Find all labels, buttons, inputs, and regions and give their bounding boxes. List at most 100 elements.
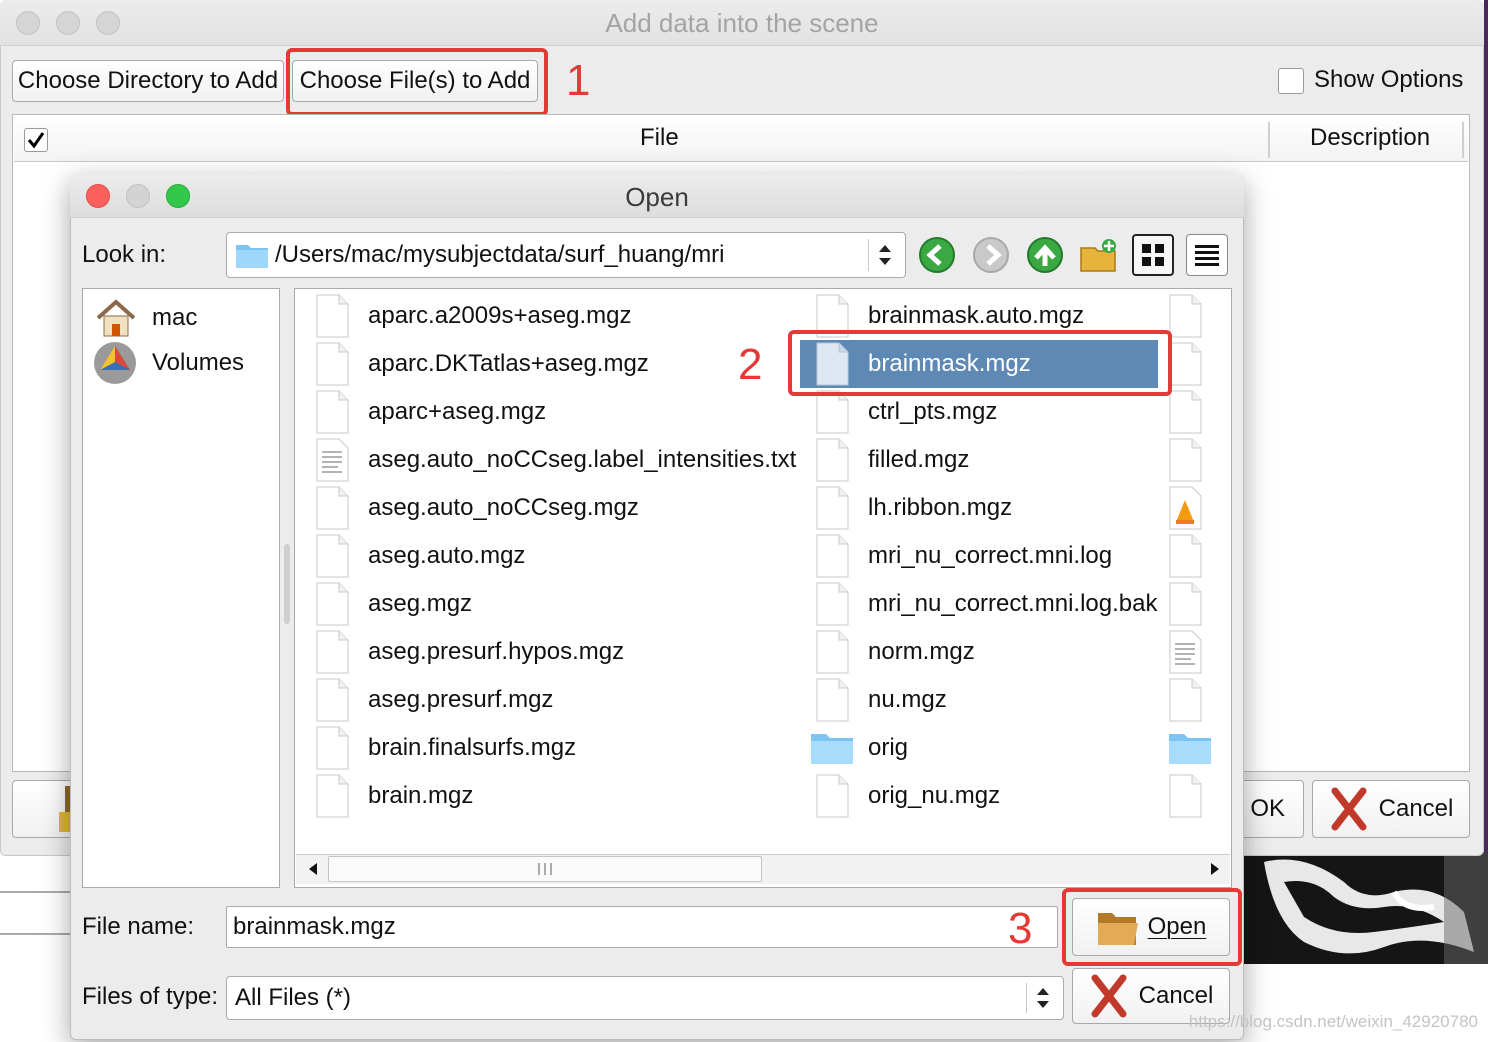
- file-icon: [316, 294, 349, 338]
- file-icon-wrap: [306, 774, 358, 818]
- file-icon-wrap: [306, 534, 358, 578]
- open-dialog-title: Open: [625, 182, 689, 212]
- file-icon-wrap: [306, 342, 358, 386]
- sidebar-item-mac[interactable]: mac: [94, 298, 197, 338]
- scroll-right-button[interactable]: [1202, 856, 1228, 882]
- cone-file-icon: [1169, 486, 1202, 530]
- partial-file-item[interactable]: [1168, 724, 1230, 772]
- show-options-label: Show Options: [1314, 66, 1464, 93]
- icon-view-button[interactable]: [1132, 234, 1174, 276]
- splitter-handle[interactable]: [284, 544, 290, 624]
- file-icon-wrap: [306, 726, 358, 770]
- file-item[interactable]: orig_nu.mgz: [806, 772, 1170, 820]
- parent-directory-icon[interactable]: [1024, 234, 1066, 276]
- column-header-description[interactable]: Description: [1310, 124, 1430, 152]
- ok-button-label: OK: [1250, 795, 1285, 822]
- annotation-number-3: 3: [1008, 904, 1033, 953]
- scrollbar-thumb[interactable]: [328, 856, 762, 882]
- file-item[interactable]: mri_nu_correct.mni.log.bak: [806, 580, 1170, 628]
- combo-divider: [868, 239, 869, 271]
- annotation-number-1: 1: [566, 56, 591, 105]
- file-item[interactable]: aseg.auto_noCCseg.label_intensities.txt: [306, 436, 802, 484]
- column-separator[interactable]: [1268, 122, 1270, 158]
- partial-file-item[interactable]: [1168, 676, 1230, 724]
- checkmark-icon: [27, 132, 45, 149]
- file-name-text: mri_nu_correct.mni.log.bak: [868, 590, 1158, 617]
- new-folder-icon[interactable]: [1078, 234, 1120, 276]
- file-name-text: brainmask.auto.mgz: [868, 302, 1085, 329]
- file-item[interactable]: aparc+aseg.mgz: [306, 388, 802, 436]
- file-item[interactable]: aseg.presurf.mgz: [306, 676, 802, 724]
- partial-file-item[interactable]: [1168, 292, 1230, 340]
- file-name-text: brain.finalsurfs.mgz: [368, 734, 577, 761]
- file-item[interactable]: lh.ribbon.mgz: [806, 484, 1170, 532]
- sidebar-item-volumes-label: Volumes: [152, 349, 245, 376]
- file-item[interactable]: brain.finalsurfs.mgz: [306, 724, 802, 772]
- file-name-text: ctrl_pts.mgz: [868, 398, 998, 425]
- partial-file-item[interactable]: [1168, 628, 1230, 676]
- file-column-1: aparc.a2009s+aseg.mgz aparc.DKTatlas+aseg…: [306, 292, 802, 820]
- file-item[interactable]: aseg.presurf.hypos.mgz: [306, 628, 802, 676]
- file-icon: [316, 582, 349, 626]
- file-item[interactable]: brain.mgz: [306, 772, 802, 820]
- file-item[interactable]: nu.mgz: [806, 676, 1170, 724]
- select-all-checkbox[interactable]: [24, 128, 48, 152]
- show-options-checkbox[interactable]: [1278, 68, 1304, 94]
- partial-file-item[interactable]: [1168, 340, 1230, 388]
- file-icon: [1169, 582, 1202, 626]
- forward-arrow-icon[interactable]: [970, 234, 1012, 276]
- look-in-combo[interactable]: /Users/mac/mysubjectdata/surf_huang/mri: [226, 232, 906, 278]
- partial-file-item[interactable]: [1168, 436, 1230, 484]
- file-name-text: aseg.auto_noCCseg.mgz: [368, 494, 639, 521]
- partial-file-item[interactable]: [1168, 484, 1230, 532]
- file-name-text: brain.mgz: [368, 782, 474, 809]
- file-item[interactable]: filled.mgz: [806, 436, 1170, 484]
- file-item[interactable]: mri_nu_correct.mni.log: [806, 532, 1170, 580]
- file-icon: [316, 630, 349, 674]
- updown-arrows-icon: [879, 245, 891, 265]
- file-name-text: aseg.auto_noCCseg.label_intensities.txt: [368, 446, 797, 473]
- scroll-left-button[interactable]: [300, 856, 326, 882]
- file-icon: [816, 534, 849, 578]
- file-item[interactable]: orig: [806, 724, 1170, 772]
- file-icon: [1169, 438, 1202, 482]
- file-item[interactable]: norm.mgz: [806, 628, 1170, 676]
- partial-file-item[interactable]: [1168, 580, 1230, 628]
- choose-directory-button[interactable]: Choose Directory to Add: [12, 60, 284, 102]
- file-name-input[interactable]: brainmask.mgz: [226, 906, 1058, 948]
- detail-view-button[interactable]: [1186, 234, 1228, 276]
- partial-file-item[interactable]: [1168, 772, 1230, 820]
- column-header-file[interactable]: File: [640, 124, 679, 152]
- file-name-text: nu.mgz: [868, 686, 947, 713]
- file-item[interactable]: aseg.auto.mgz: [306, 532, 802, 580]
- file-icon-wrap: [306, 582, 358, 626]
- file-item[interactable]: aparc.DKTatlas+aseg.mgz: [306, 340, 802, 388]
- file-icon: [316, 774, 349, 818]
- file-icon: [816, 390, 849, 434]
- text-file-icon: [1169, 630, 1202, 674]
- partial-file-item[interactable]: [1168, 532, 1230, 580]
- file-name-text: orig_nu.mgz: [868, 782, 1001, 809]
- sidebar-item-volumes[interactable]: Volumes: [92, 340, 244, 386]
- parent-cancel-button[interactable]: Cancel: [1312, 780, 1470, 838]
- file-item[interactable]: aseg.auto_noCCseg.mgz: [306, 484, 802, 532]
- column-separator: [1462, 122, 1464, 158]
- grid-icon: [1142, 244, 1164, 266]
- file-name-text: lh.ribbon.mgz: [868, 494, 1013, 521]
- file-icon: [816, 582, 849, 626]
- file-icon: [1169, 342, 1202, 386]
- file-icon: [1169, 678, 1202, 722]
- cancel-x-icon: [1091, 974, 1127, 1018]
- file-name-label: File name:: [82, 913, 195, 940]
- background-lines: [0, 891, 70, 935]
- files-of-type-select[interactable]: All Files (*): [226, 976, 1064, 1020]
- file-icon: [816, 630, 849, 674]
- partial-file-item[interactable]: [1168, 388, 1230, 436]
- file-icon: [316, 390, 349, 434]
- file-name-text: norm.mgz: [868, 638, 975, 665]
- back-arrow-icon[interactable]: [916, 234, 958, 276]
- file-icon-wrap: [806, 534, 858, 578]
- file-item[interactable]: aparc.a2009s+aseg.mgz: [306, 292, 802, 340]
- file-item[interactable]: aseg.mgz: [306, 580, 802, 628]
- home-icon: [96, 299, 136, 337]
